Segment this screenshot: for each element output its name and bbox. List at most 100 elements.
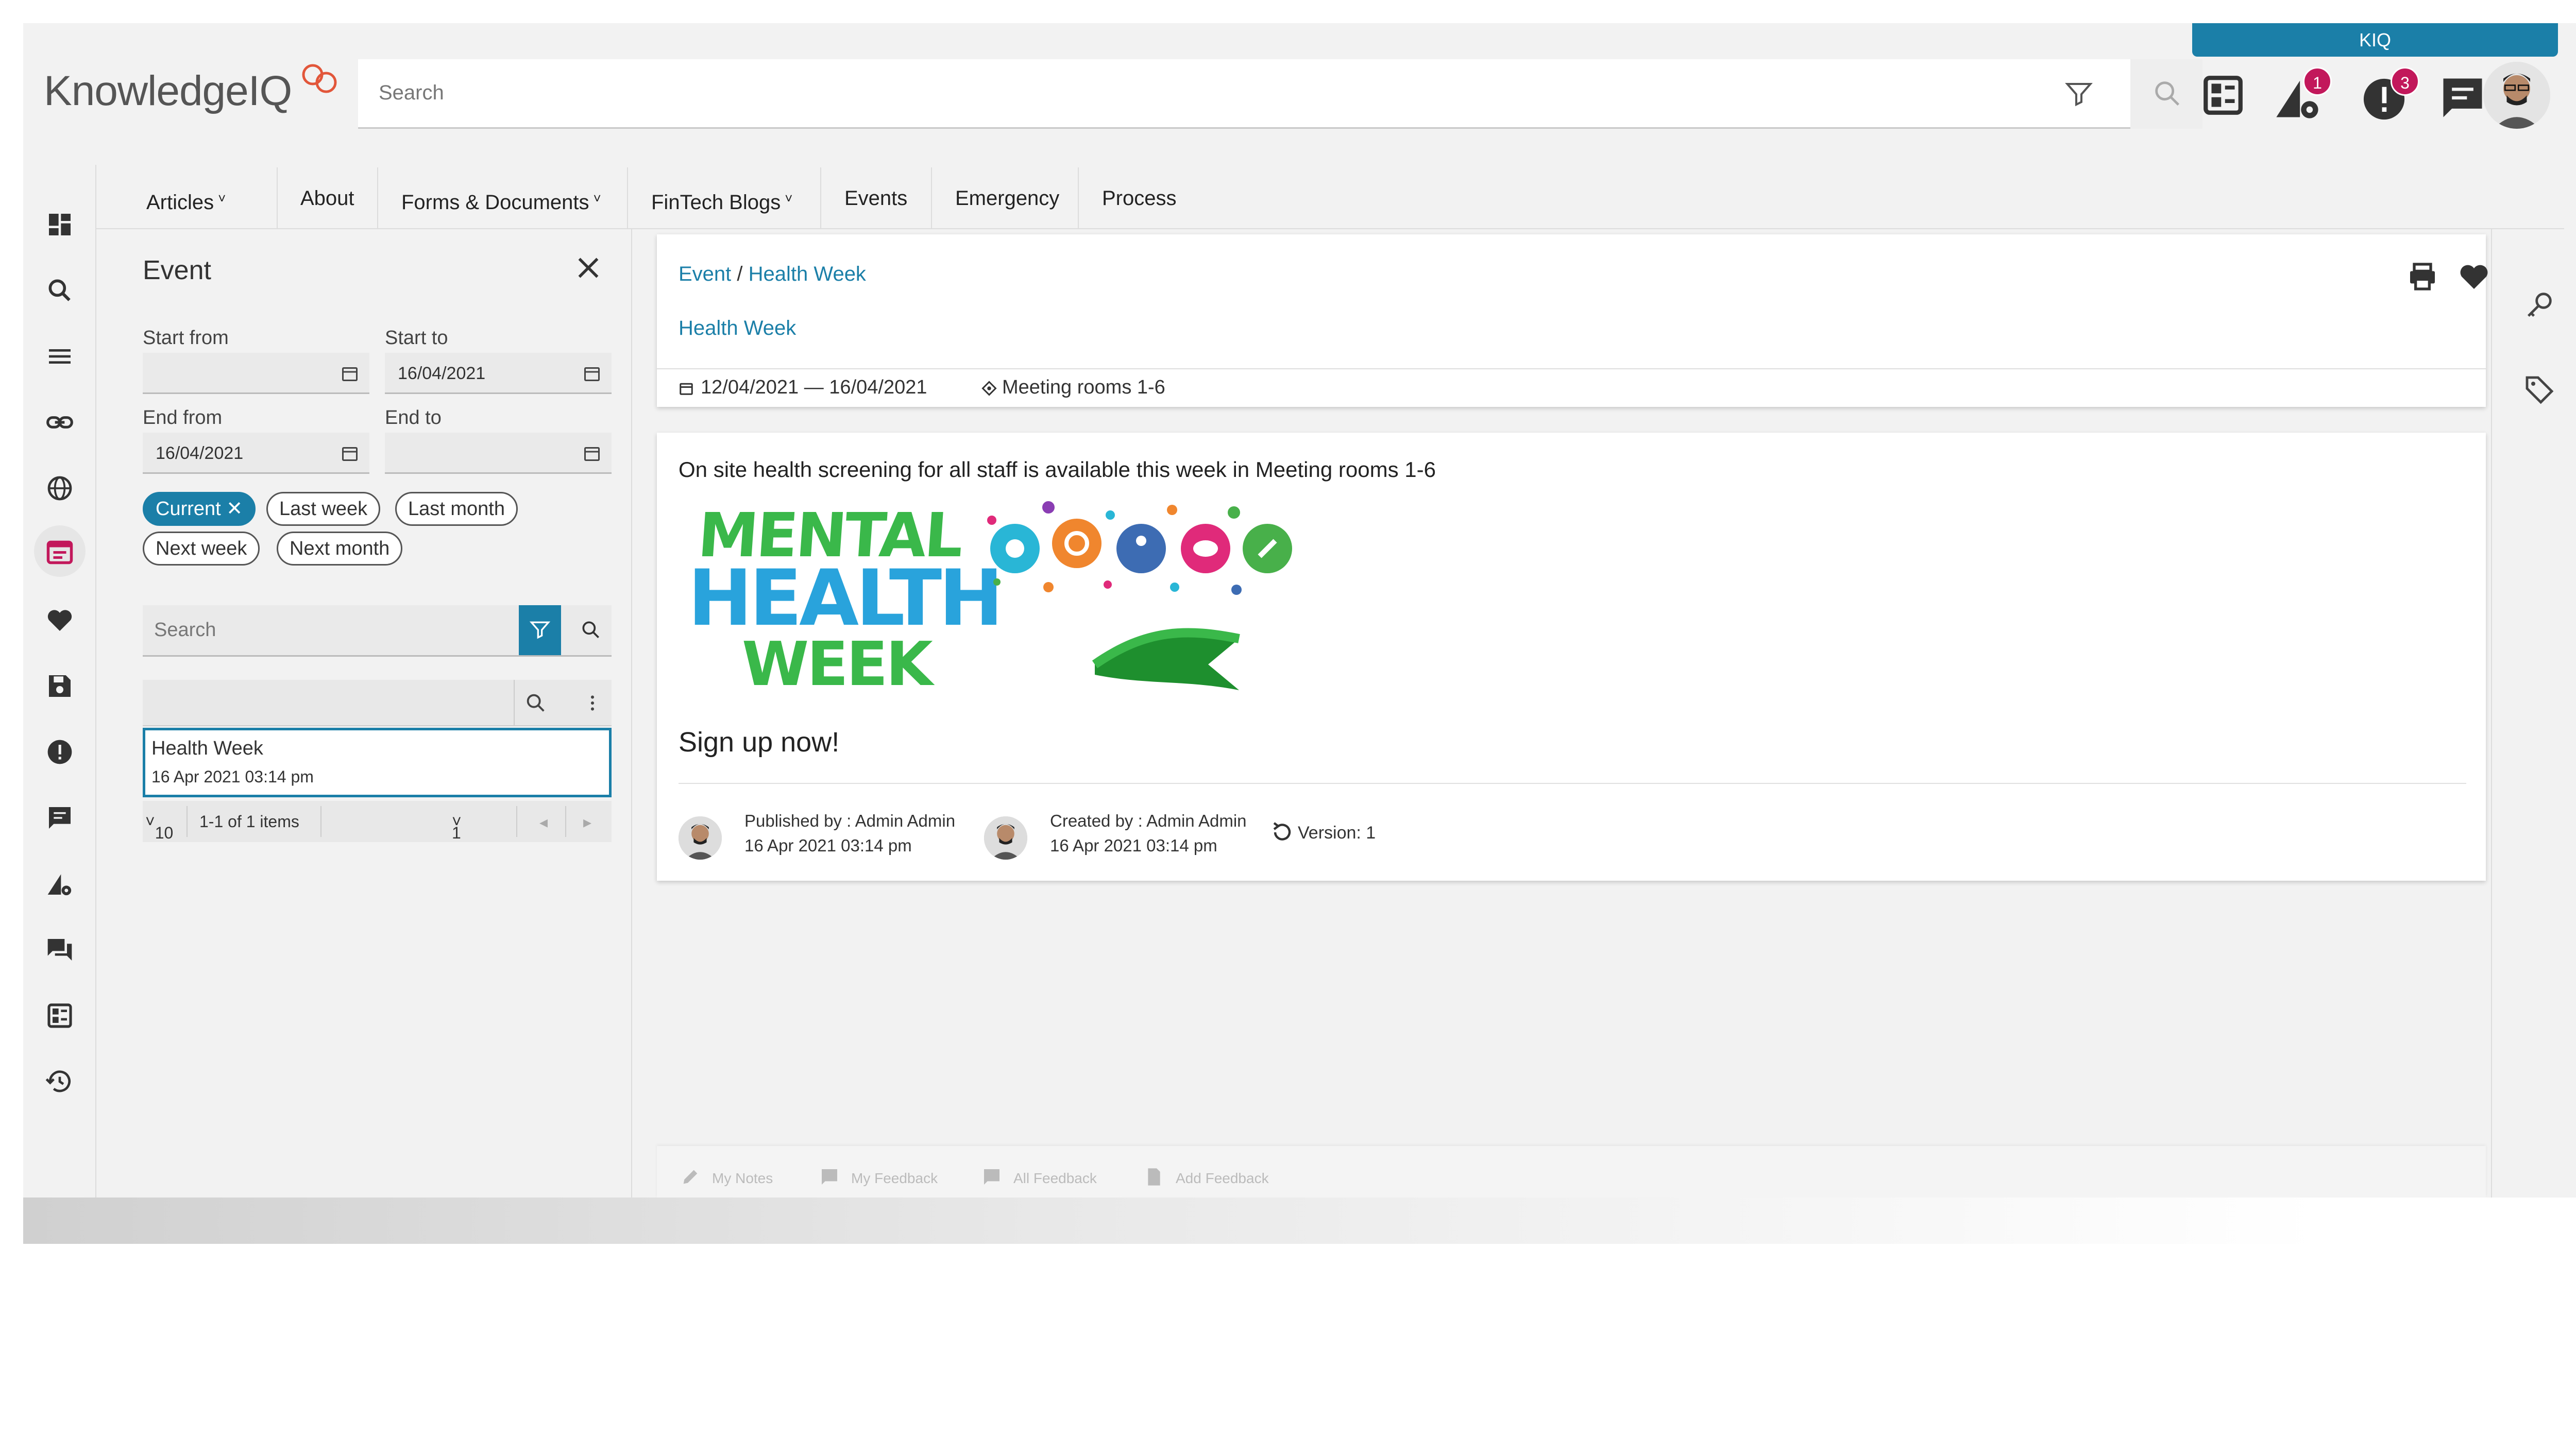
search-icon — [48, 279, 71, 301]
all-feedback-button[interactable]: All Feedback — [981, 1167, 1097, 1187]
rail-globe[interactable] — [41, 470, 78, 507]
divider — [679, 783, 2466, 784]
event-description: On site health screening for all staff i… — [679, 457, 1436, 482]
search-icon[interactable] — [524, 691, 548, 715]
nav-process-label: Process — [1102, 187, 1177, 210]
start-to-field[interactable]: 16/04/2021 — [385, 353, 612, 394]
message-icon — [49, 807, 71, 829]
chip-next-month[interactable]: Next month — [277, 532, 403, 566]
event-meta-row: 12/04/2021 — 16/04/2021 Meeting rooms 1-… — [657, 368, 2486, 404]
rail-admin[interactable] — [41, 865, 78, 902]
page-size-value: 10 — [155, 824, 174, 842]
panel-search-input[interactable] — [154, 605, 504, 655]
list-item-title: Health Week — [151, 738, 263, 759]
filter-icon — [529, 621, 551, 639]
add-document-icon — [1148, 1168, 1160, 1186]
menu-icon — [49, 349, 71, 364]
rail-dashboard[interactable] — [41, 206, 78, 243]
rail-search[interactable] — [41, 272, 78, 309]
rail-menu[interactable] — [41, 338, 78, 375]
results-toolbar — [143, 680, 612, 726]
calendar-icon[interactable] — [583, 444, 601, 463]
dashboard-widget-icon[interactable] — [2200, 72, 2246, 118]
global-search-input[interactable] — [379, 59, 1976, 126]
chip-last-week[interactable]: Last week — [266, 492, 381, 526]
my-feedback-button[interactable]: My Feedback — [819, 1167, 938, 1187]
alert-icon — [47, 740, 72, 764]
chat-icon[interactable] — [2437, 72, 2488, 124]
print-icon[interactable] — [2406, 260, 2439, 293]
rail-favourites[interactable] — [41, 602, 78, 639]
calendar-icon[interactable] — [583, 364, 601, 383]
next-page-icon[interactable]: ▸ — [583, 812, 591, 832]
search-icon — [582, 621, 599, 638]
panel-search-button[interactable] — [570, 605, 612, 655]
end-from-field[interactable]: 16/04/2021 — [143, 433, 369, 474]
user-avatar[interactable] — [2483, 62, 2550, 129]
calendar-icon[interactable] — [341, 444, 359, 463]
breadcrumb-event-link[interactable]: Event — [679, 263, 731, 285]
panel-filter-button[interactable] — [519, 605, 561, 655]
close-icon[interactable] — [573, 252, 604, 283]
add-feedback-button[interactable]: Add Feedback — [1144, 1167, 1269, 1187]
rail-history[interactable] — [41, 1063, 78, 1100]
filter-icon[interactable] — [2063, 79, 2094, 110]
page-number-select[interactable]: 1 ˅ — [452, 812, 462, 842]
event-body-card: On site health screening for all staff i… — [657, 433, 2486, 881]
logo[interactable]: KnowledgeIQ — [44, 67, 292, 115]
nav-emergency[interactable]: Emergency — [931, 167, 1082, 229]
nav-events[interactable]: Events — [820, 167, 930, 229]
top-header: KnowledgeIQ KIQ — [23, 23, 2576, 165]
prev-page-icon[interactable]: ◂ — [539, 812, 548, 832]
rail-calendar[interactable] — [34, 525, 86, 577]
global-search-bar — [358, 59, 2130, 129]
nav-fintech-blogs-label: FinTech Blogs — [651, 191, 781, 214]
rail-forum[interactable] — [41, 931, 78, 968]
left-nav-rail — [23, 165, 96, 1198]
close-icon[interactable]: ✕ — [226, 498, 243, 520]
nav-articles[interactable]: Articles ˅ — [123, 167, 249, 229]
alerts-button[interactable]: 3 — [2360, 67, 2419, 129]
chip-last-month[interactable]: Last month — [395, 492, 518, 526]
chip-current[interactable]: Current ✕ — [143, 492, 256, 526]
nav-about[interactable]: About — [277, 167, 377, 229]
history-icon — [1273, 822, 1291, 841]
nav-fintech-blogs[interactable]: FinTech Blogs ˅ — [627, 167, 816, 229]
breadcrumb-separator: / — [737, 263, 743, 285]
favourite-heart-icon[interactable] — [2458, 260, 2490, 293]
rail-widgets[interactable] — [41, 997, 78, 1034]
my-feedback-label: My Feedback — [851, 1170, 938, 1186]
start-from-field[interactable] — [143, 353, 369, 394]
nav-events-label: Events — [844, 187, 908, 210]
notification-count-badge: 1 — [2303, 67, 2332, 96]
rail-saved[interactable] — [41, 668, 78, 705]
end-from-label: End from — [143, 407, 223, 429]
tag-icon[interactable] — [2523, 373, 2556, 406]
global-search-button[interactable] — [2130, 59, 2202, 129]
calendar-icon[interactable] — [341, 364, 359, 383]
rail-links[interactable] — [41, 404, 78, 441]
right-tool-rail — [2491, 229, 2576, 1198]
more-vertical-icon[interactable] — [581, 691, 604, 715]
globe-icon — [47, 476, 72, 501]
wellbeing-icons-graphic — [987, 501, 1292, 595]
breadcrumb-current[interactable]: Health Week — [749, 263, 866, 285]
nav-process[interactable]: Process — [1078, 167, 1200, 229]
rail-messages[interactable] — [41, 799, 78, 836]
notifications-button[interactable]: 1 — [2272, 67, 2332, 129]
chip-next-week[interactable]: Next week — [143, 532, 260, 566]
page-size-select[interactable]: ˅ 10 — [145, 812, 173, 842]
end-to-field[interactable] — [385, 433, 612, 474]
end-from-value: 16/04/2021 — [156, 443, 244, 463]
key-icon[interactable] — [2523, 288, 2556, 321]
event-title[interactable]: Health Week — [679, 317, 796, 340]
list-item[interactable]: Health Week 16 Apr 2021 03:14 pm — [143, 728, 612, 797]
my-notes-label: My Notes — [712, 1170, 773, 1186]
my-notes-button[interactable]: My Notes — [680, 1167, 773, 1187]
kiq-tab[interactable]: KIQ — [2192, 23, 2558, 57]
nav-forms-documents[interactable]: Forms & Documents ˅ — [377, 167, 624, 229]
page-number-value: 1 — [452, 824, 461, 842]
creator-avatar — [984, 816, 1027, 860]
version-text: Version: 1 — [1298, 823, 1376, 843]
rail-alerts[interactable] — [41, 733, 78, 771]
